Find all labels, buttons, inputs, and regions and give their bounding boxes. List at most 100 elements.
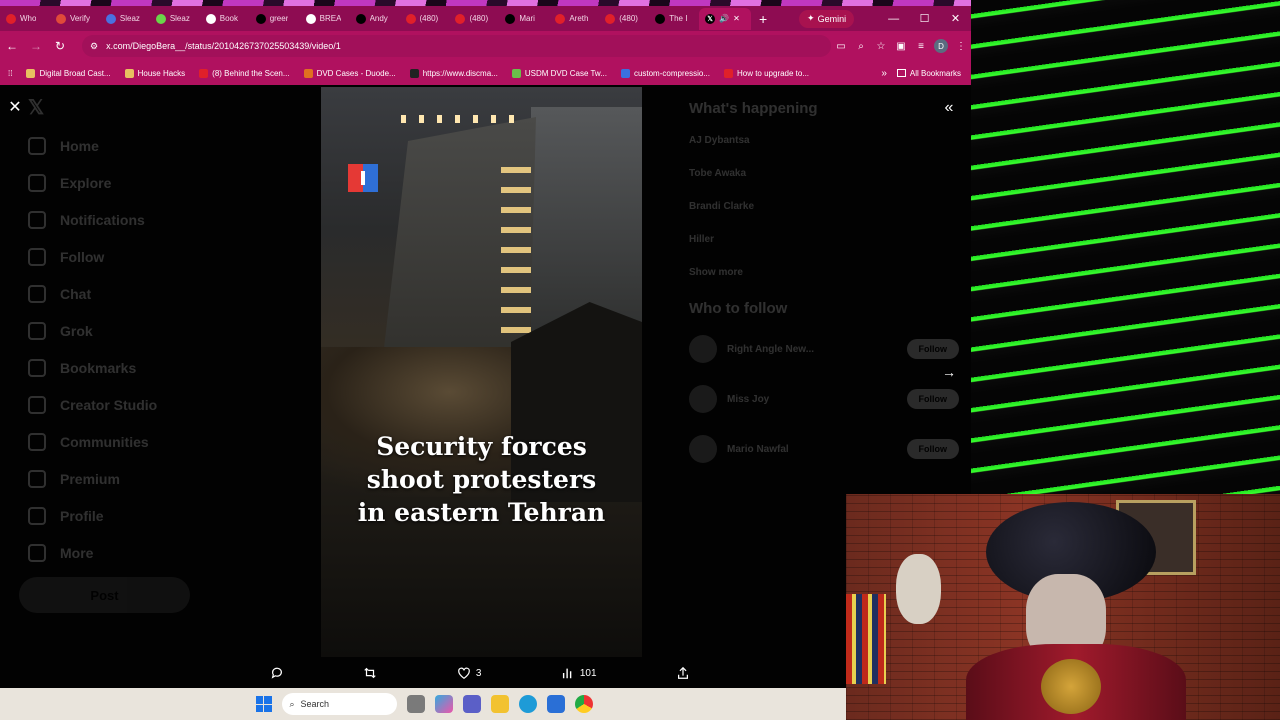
views-button[interactable]: 101 xyxy=(561,666,597,680)
back-icon[interactable]: ← xyxy=(0,39,24,53)
bookmark-label: DVD Cases - Duode... xyxy=(316,68,396,78)
tab[interactable]: (480) xyxy=(400,8,450,30)
sidebar-item-label: Notifications xyxy=(60,212,145,228)
tab[interactable]: greer xyxy=(250,8,300,30)
sidebar-item[interactable]: Grok xyxy=(28,322,93,340)
bookmark-item[interactable]: (8) Behind the Scen... xyxy=(193,68,295,78)
repost-button[interactable] xyxy=(363,666,377,680)
bookmark-item[interactable]: custom-compressio... xyxy=(615,68,716,78)
sidebar-item[interactable]: Notifications xyxy=(28,211,145,229)
audio-icon[interactable]: 🔊 xyxy=(719,14,729,23)
chrome-icon[interactable] xyxy=(574,695,593,713)
teams-icon[interactable] xyxy=(462,695,481,713)
sidebar-item[interactable]: Home xyxy=(28,137,99,155)
store-icon[interactable] xyxy=(546,695,565,713)
address-bar[interactable]: ⚙ x.com/DiegoBera__/status/2010426737025… xyxy=(82,35,831,57)
sidebar-item[interactable]: Chat xyxy=(28,285,91,303)
trend-item[interactable]: Hiller xyxy=(689,234,959,245)
like-button[interactable]: 3 xyxy=(457,666,481,680)
follow-suggestion[interactable]: Right Angle New... Follow xyxy=(689,335,959,363)
forward-icon[interactable]: → xyxy=(24,39,48,53)
follow-button[interactable]: Follow xyxy=(906,439,959,459)
reading-list-icon[interactable]: ≡ xyxy=(911,41,931,52)
nav-icon xyxy=(28,285,46,303)
sidebar-item[interactable]: Communities xyxy=(28,433,149,451)
sidebar-item[interactable]: Explore xyxy=(28,174,111,192)
taskbar-search-label: Search xyxy=(300,699,330,709)
reload-icon[interactable]: ↻ xyxy=(48,39,72,53)
follow-suggestion[interactable]: Mario Nawfal Follow xyxy=(689,435,959,463)
tab[interactable]: Verify xyxy=(50,8,100,30)
new-tab-button[interactable]: + xyxy=(751,11,775,27)
video-caption: Security forces shoot protesters in east… xyxy=(321,430,642,529)
bookmark-favicon-icon xyxy=(723,68,733,78)
gemini-button[interactable]: ✦ Gemini xyxy=(799,9,855,28)
menu-icon[interactable]: ⋮ xyxy=(951,41,971,52)
tab[interactable]: The I xyxy=(649,8,699,30)
apps-grid-icon[interactable]: ⁞⁞ xyxy=(2,69,18,78)
bookmarks-overflow-icon[interactable]: » xyxy=(873,68,895,79)
tab[interactable]: BREA xyxy=(300,8,350,30)
follow-suggestion[interactable]: Miss Joy Follow xyxy=(689,385,959,413)
profile-avatar[interactable]: D xyxy=(934,39,948,53)
bookmark-item[interactable]: https://www.discma... xyxy=(404,68,504,78)
tab[interactable]: Andy xyxy=(350,8,400,30)
zoom-icon[interactable]: ⌕ xyxy=(851,41,871,52)
next-media-icon[interactable]: → xyxy=(940,363,958,381)
maximize-icon[interactable]: ☐ xyxy=(909,12,940,25)
bookmark-item[interactable]: Digital Broad Cast... xyxy=(20,68,116,78)
minimize-icon[interactable]: — xyxy=(878,13,909,25)
share-button[interactable] xyxy=(676,666,690,680)
taskbar-search[interactable]: ⌕ Search xyxy=(281,693,397,715)
close-icon[interactable]: ✕ xyxy=(6,99,24,117)
site-info-icon[interactable]: ⚙ xyxy=(90,41,98,52)
post-button[interactable]: Post xyxy=(19,577,190,613)
all-bookmarks-button[interactable]: All Bookmarks xyxy=(896,69,971,78)
collapse-panel-icon[interactable]: « xyxy=(940,99,958,117)
task-view-icon[interactable] xyxy=(406,695,425,713)
trend-item[interactable]: Brandi Clarke xyxy=(689,201,959,212)
window-close-icon[interactable]: ✕ xyxy=(940,12,971,25)
trend-item[interactable]: AJ Dybantsa xyxy=(689,135,959,146)
view-count: 101 xyxy=(579,667,597,679)
sidebar-item[interactable]: Creator Studio xyxy=(28,396,157,414)
show-more-link[interactable]: Show more xyxy=(689,267,959,278)
copilot-icon[interactable] xyxy=(434,695,453,713)
follow-button[interactable]: Follow xyxy=(906,389,959,409)
x-timeline-dimmed xyxy=(230,85,320,688)
bookmark-favicon-icon xyxy=(409,68,419,78)
tab[interactable]: (480) xyxy=(599,8,649,30)
tab[interactable]: (480) xyxy=(449,8,499,30)
reply-button[interactable] xyxy=(270,666,284,680)
sidebar-item[interactable]: Profile xyxy=(28,507,104,525)
sidebar-item[interactable]: More xyxy=(28,544,93,562)
tab[interactable]: Sleaz xyxy=(150,8,200,30)
windows-start-icon[interactable] xyxy=(255,696,272,712)
tab[interactable]: Book xyxy=(200,8,250,30)
trend-item[interactable]: Tobe Awaka xyxy=(689,168,959,179)
cast-icon[interactable]: ▭ xyxy=(831,41,851,52)
file-explorer-icon[interactable] xyxy=(490,695,509,713)
sidebar-item[interactable]: Bookmarks xyxy=(28,359,136,377)
tab[interactable]: Sleaz xyxy=(100,8,150,30)
tab[interactable]: Areth xyxy=(549,8,599,30)
bookmark-favicon-icon xyxy=(303,68,313,78)
tab[interactable]: Who xyxy=(0,8,50,30)
follow-button[interactable]: Follow xyxy=(906,339,959,359)
bookmark-item[interactable]: USDM DVD Case Tw... xyxy=(506,68,613,78)
bookmark-item[interactable]: House Hacks xyxy=(119,68,192,78)
gmail-icon xyxy=(55,13,66,24)
edge-icon[interactable] xyxy=(518,695,537,713)
tab-active[interactable]: 𝕏 🔊 ✕ xyxy=(699,7,752,30)
video-player[interactable]: Security forces shoot protesters in east… xyxy=(321,87,642,657)
bookmark-star-icon[interactable]: ☆ xyxy=(871,41,891,52)
tab-close-icon[interactable]: ✕ xyxy=(733,14,740,23)
bookmark-item[interactable]: How to upgrade to... xyxy=(718,68,815,78)
sidebar-item[interactable]: Premium xyxy=(28,470,120,488)
sparkle-icon: ✦ xyxy=(807,13,815,23)
sidebar-item[interactable]: Follow xyxy=(28,248,104,266)
extensions-icon[interactable]: ▣ xyxy=(891,41,911,52)
bookmark-item[interactable]: DVD Cases - Duode... xyxy=(298,68,402,78)
tab[interactable]: Mari xyxy=(499,8,549,30)
x-logo-icon[interactable]: 𝕏 xyxy=(28,95,44,120)
